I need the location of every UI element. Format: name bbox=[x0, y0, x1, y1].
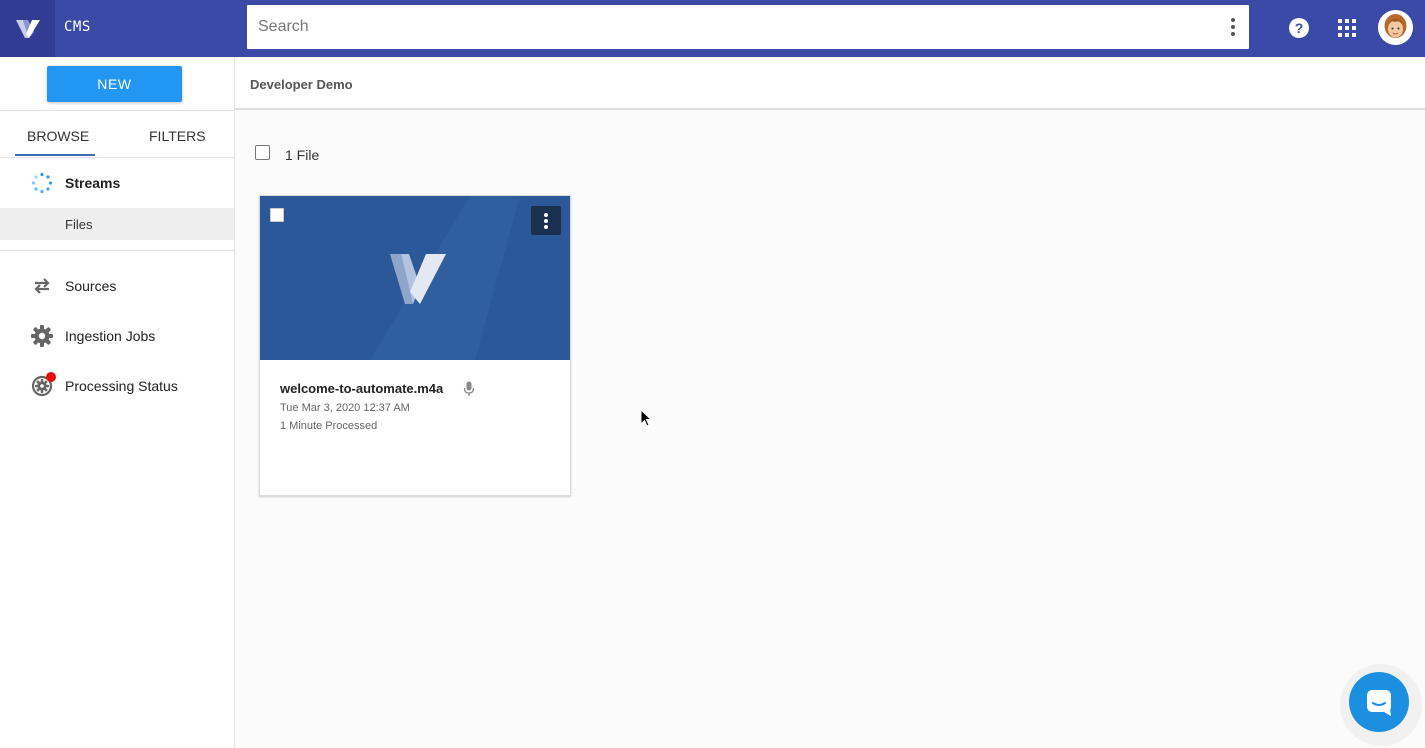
sidebar-item-files[interactable]: Files bbox=[0, 208, 234, 240]
help-icon[interactable]: ? bbox=[1285, 14, 1313, 42]
app-name: CMS bbox=[64, 19, 91, 35]
file-more-options-icon[interactable] bbox=[531, 206, 561, 235]
chat-bubble-icon bbox=[1367, 690, 1391, 716]
search-bar bbox=[247, 5, 1249, 49]
new-button[interactable]: NEW bbox=[47, 66, 182, 102]
sidebar: NEW BROWSE FILTERS Streams Files Sources… bbox=[0, 57, 235, 748]
select-all-checkbox[interactable] bbox=[255, 145, 270, 160]
app-logo[interactable] bbox=[0, 0, 55, 57]
sidebar-item-streams[interactable]: Streams bbox=[0, 165, 234, 201]
veritone-logo-icon bbox=[15, 19, 40, 38]
search-input[interactable] bbox=[247, 5, 1207, 49]
file-name: welcome-to-automate.m4a bbox=[280, 381, 444, 396]
active-tab-indicator bbox=[15, 154, 95, 156]
sidebar-item-label: Sources bbox=[65, 278, 117, 294]
spinner-dots-icon bbox=[31, 172, 53, 194]
search-options-kebab-icon[interactable] bbox=[1225, 15, 1241, 39]
breadcrumb-bar: Developer Demo bbox=[235, 57, 1425, 110]
gear-icon bbox=[31, 325, 53, 347]
notification-badge bbox=[46, 372, 56, 382]
microphone-icon bbox=[463, 381, 475, 396]
user-avatar[interactable] bbox=[1378, 10, 1413, 45]
tab-browse[interactable]: BROWSE bbox=[27, 128, 89, 144]
mouse-cursor-icon bbox=[640, 409, 652, 427]
file-date: Tue Mar 3, 2020 12:37 AM bbox=[280, 402, 410, 414]
sidebar-item-processing-status[interactable]: Processing Status bbox=[0, 368, 234, 404]
sidebar-item-label: Files bbox=[65, 217, 93, 232]
divider bbox=[0, 110, 234, 111]
gear-refresh-icon bbox=[31, 372, 56, 397]
sidebar-item-label: Ingestion Jobs bbox=[65, 328, 156, 344]
top-app-bar: CMS ? bbox=[0, 0, 1425, 57]
sidebar-item-sources[interactable]: Sources bbox=[0, 268, 234, 304]
swap-arrows-icon bbox=[31, 275, 53, 297]
tab-filters[interactable]: FILTERS bbox=[149, 128, 206, 144]
file-thumbnail bbox=[260, 196, 570, 360]
sidebar-item-label: Streams bbox=[65, 175, 121, 191]
file-card[interactable]: welcome-to-automate.m4a Tue Mar 3, 2020 … bbox=[259, 195, 571, 496]
apps-grid-icon[interactable] bbox=[1333, 14, 1361, 42]
divider bbox=[0, 250, 234, 251]
chat-launcher-button[interactable] bbox=[1349, 672, 1409, 732]
file-count-label: 1 File bbox=[285, 147, 320, 163]
divider bbox=[0, 157, 234, 158]
sidebar-item-ingestion-jobs[interactable]: Ingestion Jobs bbox=[0, 318, 234, 354]
sidebar-item-label: Processing Status bbox=[65, 378, 178, 394]
file-processed-duration: 1 Minute Processed bbox=[280, 420, 378, 432]
file-select-checkbox[interactable] bbox=[270, 208, 284, 222]
svg-text:?: ? bbox=[1295, 20, 1304, 36]
page-title: Developer Demo bbox=[250, 77, 353, 92]
